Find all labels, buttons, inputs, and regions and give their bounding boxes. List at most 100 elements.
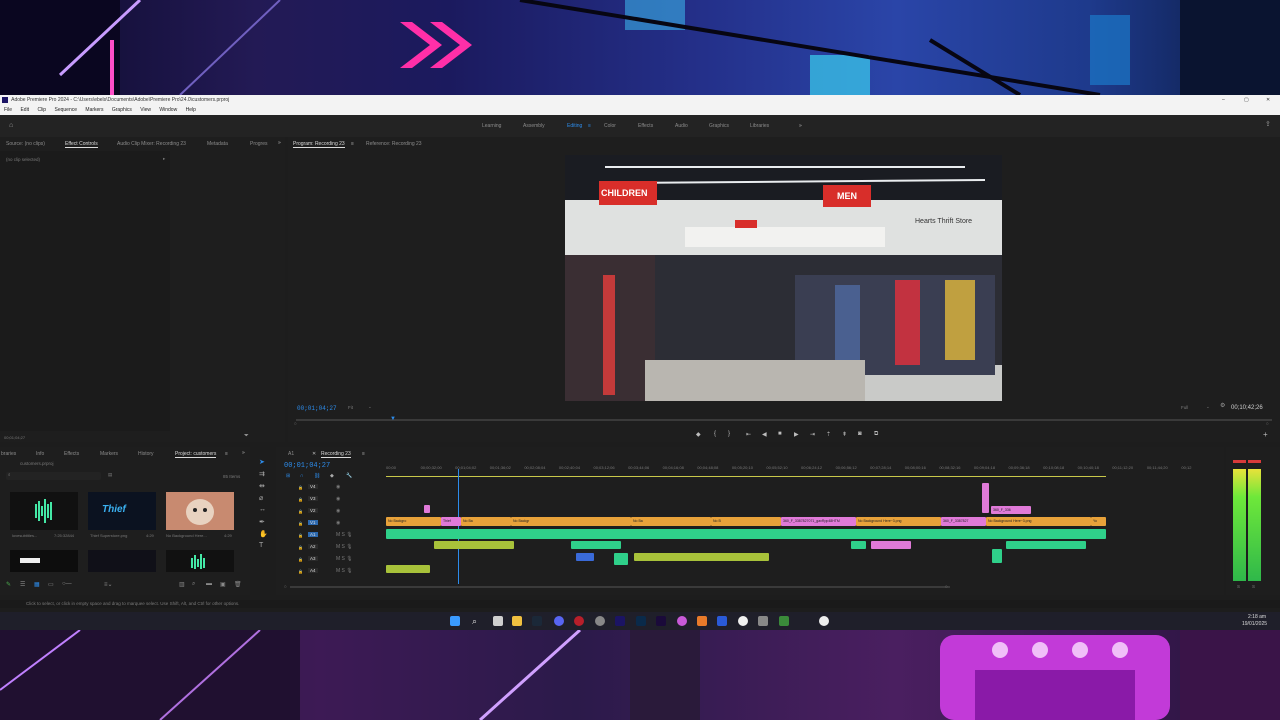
thumb-audio[interactable] [10, 492, 78, 530]
clip-a3-3[interactable] [634, 553, 769, 561]
menu-file[interactable]: File [4, 107, 12, 113]
clip-a1-main[interactable] [386, 529, 1106, 539]
workspace-graphics[interactable]: Graphics [709, 123, 729, 129]
clip-v1-5[interactable]: No B [711, 517, 781, 526]
program-timecode[interactable]: 00;01;04;27 [297, 405, 337, 412]
filter-icon[interactable]: ⏷ [244, 433, 249, 440]
go-to-in-icon[interactable]: ⇤ [746, 431, 751, 438]
hand-tool-icon[interactable]: ✋ [259, 530, 268, 538]
clip-v1-8[interactable]: 360_F_3387827 [941, 517, 986, 526]
pen-tool-icon[interactable]: ✒ [259, 518, 265, 526]
discord-icon[interactable] [554, 616, 564, 626]
close-button[interactable]: ✕ [1266, 95, 1270, 105]
menu-view[interactable]: View [140, 107, 151, 113]
time-ruler[interactable]: 00;00 00;00;32;00 00;01;04;02 00;01;36;02 00… [386, 465, 1216, 473]
clip-v1-thief[interactable]: Thief [441, 517, 461, 526]
start-icon[interactable] [450, 616, 460, 626]
app-icon-2[interactable] [697, 616, 707, 626]
minimize-button[interactable]: – [1222, 95, 1225, 105]
track-label[interactable]: V1 [308, 520, 318, 525]
project-tab-menu-icon[interactable]: ≡ [225, 451, 228, 457]
clip-v3-pink-1[interactable] [982, 483, 989, 513]
sequence-menu-icon[interactable]: ≡ [362, 451, 365, 457]
clip-v1-7[interactable]: No Background Here~3.png [856, 517, 941, 526]
clip-v1-9[interactable]: No Background Here~3.png [986, 517, 1091, 526]
thumb-6[interactable] [166, 550, 234, 572]
lift-icon[interactable]: ⇡ [826, 431, 831, 438]
workspace-libraries[interactable]: Libraries [750, 123, 769, 129]
clip-v2-pink-1[interactable] [424, 505, 430, 513]
track-lock-icon[interactable]: 🔒 [298, 533, 303, 538]
go-to-out-icon[interactable]: ⇥ [810, 431, 815, 438]
clock-date[interactable]: 19/01/2025 [1242, 621, 1267, 627]
quality-dropdown[interactable]: Full [1181, 405, 1188, 410]
clip-a4-1[interactable] [386, 565, 430, 573]
settings-wrench-icon[interactable]: ⚙ [1220, 403, 1225, 410]
extract-icon[interactable]: ⇞ [842, 431, 847, 438]
app-icon-5[interactable] [819, 616, 829, 626]
work-area-bar[interactable] [386, 476, 1106, 477]
zoom-slider[interactable]: ○— [62, 581, 72, 587]
snap-icon[interactable]: ∩ [300, 473, 304, 479]
tab-markers[interactable]: Markers [100, 451, 118, 457]
search-taskbar-icon[interactable]: ⌕ [472, 616, 482, 626]
app-icon-3[interactable] [717, 616, 727, 626]
tab-effects[interactable]: Effects [64, 451, 79, 457]
tab-libraries[interactable]: braries [1, 451, 16, 457]
panel-overflow-icon[interactable]: » [278, 140, 281, 146]
task-view-icon[interactable] [493, 616, 503, 626]
new-bin-icon[interactable]: ▤ [108, 472, 112, 478]
playhead-marker-icon[interactable]: ▼ [390, 416, 396, 422]
video-frame[interactable]: CHILDREN MEN Hearts Thrift Store [565, 155, 1002, 401]
track-label[interactable]: A3 [308, 556, 318, 561]
ripple-edit-tool-icon[interactable]: ⇹ [259, 482, 265, 490]
find-icon[interactable]: ⌕ [192, 581, 195, 588]
slip-tool-icon[interactable]: ↔ [259, 506, 266, 513]
menu-help[interactable]: Help [186, 107, 196, 113]
clip-a2-3[interactable] [851, 541, 866, 549]
nest-icon[interactable]: ⊞ [286, 473, 290, 479]
app-icon-1[interactable] [677, 616, 687, 626]
tab-progress[interactable]: Progres [250, 141, 268, 147]
track-lock-icon[interactable]: 🔒 [298, 545, 303, 550]
clip-a2-4[interactable] [871, 541, 911, 549]
track-lock-icon[interactable]: 🔒 [298, 569, 303, 574]
share-icon[interactable]: ⇪ [1265, 121, 1271, 128]
after-effects-icon[interactable] [656, 616, 666, 626]
menu-graphics[interactable]: Graphics [112, 107, 132, 113]
track-mute-solo-icon[interactable]: M S 🎙 [336, 532, 353, 538]
clip-v1-1[interactable]: No Backgro [386, 517, 441, 526]
timeline-timecode[interactable]: 00;01;04;27 [284, 462, 330, 470]
track-lock-icon[interactable]: 🔒 [298, 557, 303, 562]
track-lock-icon[interactable]: 🔒 [298, 509, 303, 514]
tab-project[interactable]: Project: customers [175, 451, 217, 458]
clock-time[interactable]: 2:18 am [1248, 614, 1266, 620]
clip-v2-pink-2[interactable]: 360_F_336 [991, 506, 1031, 514]
new-item-icon[interactable]: ▣ [220, 581, 226, 588]
export-frame-icon[interactable]: ◙ [858, 431, 862, 437]
add-marker-icon[interactable]: ◆ [696, 431, 701, 438]
track-select-tool-icon[interactable]: ⇉ [259, 470, 265, 478]
track-visibility-icon[interactable]: ◉ [336, 508, 340, 514]
trash-icon[interactable]: 🗑 [234, 581, 242, 588]
project-overflow-icon[interactable]: » [242, 450, 245, 456]
workspace-editing[interactable]: Editing [567, 123, 582, 129]
selection-tool-icon[interactable]: ➤ [259, 458, 265, 466]
track-label[interactable]: V4 [308, 484, 318, 489]
track-label[interactable]: V2 [308, 508, 318, 513]
premiere-taskbar-icon[interactable] [615, 616, 625, 626]
automate-icon[interactable]: ▥ [179, 581, 185, 588]
file-explorer-icon[interactable] [512, 616, 522, 626]
step-forward-icon[interactable]: ▶ [794, 431, 799, 438]
new-bin-bottom-icon[interactable]: ▬ [206, 581, 212, 587]
button-editor-plus-icon[interactable]: + [1263, 430, 1268, 439]
unreal-icon[interactable] [738, 616, 748, 626]
timeline-scroll-start-icon[interactable]: ○ [284, 584, 287, 589]
clip-v1-10[interactable]: Yo [1091, 517, 1106, 526]
github-icon[interactable] [595, 616, 605, 626]
clip-a3-1[interactable] [576, 553, 594, 561]
fit-dropdown[interactable]: Fit [348, 405, 353, 410]
clip-v1-4[interactable]: No Ba [631, 517, 711, 526]
minecraft-icon[interactable] [779, 616, 789, 626]
track-lock-icon[interactable]: 🔒 [298, 497, 303, 502]
